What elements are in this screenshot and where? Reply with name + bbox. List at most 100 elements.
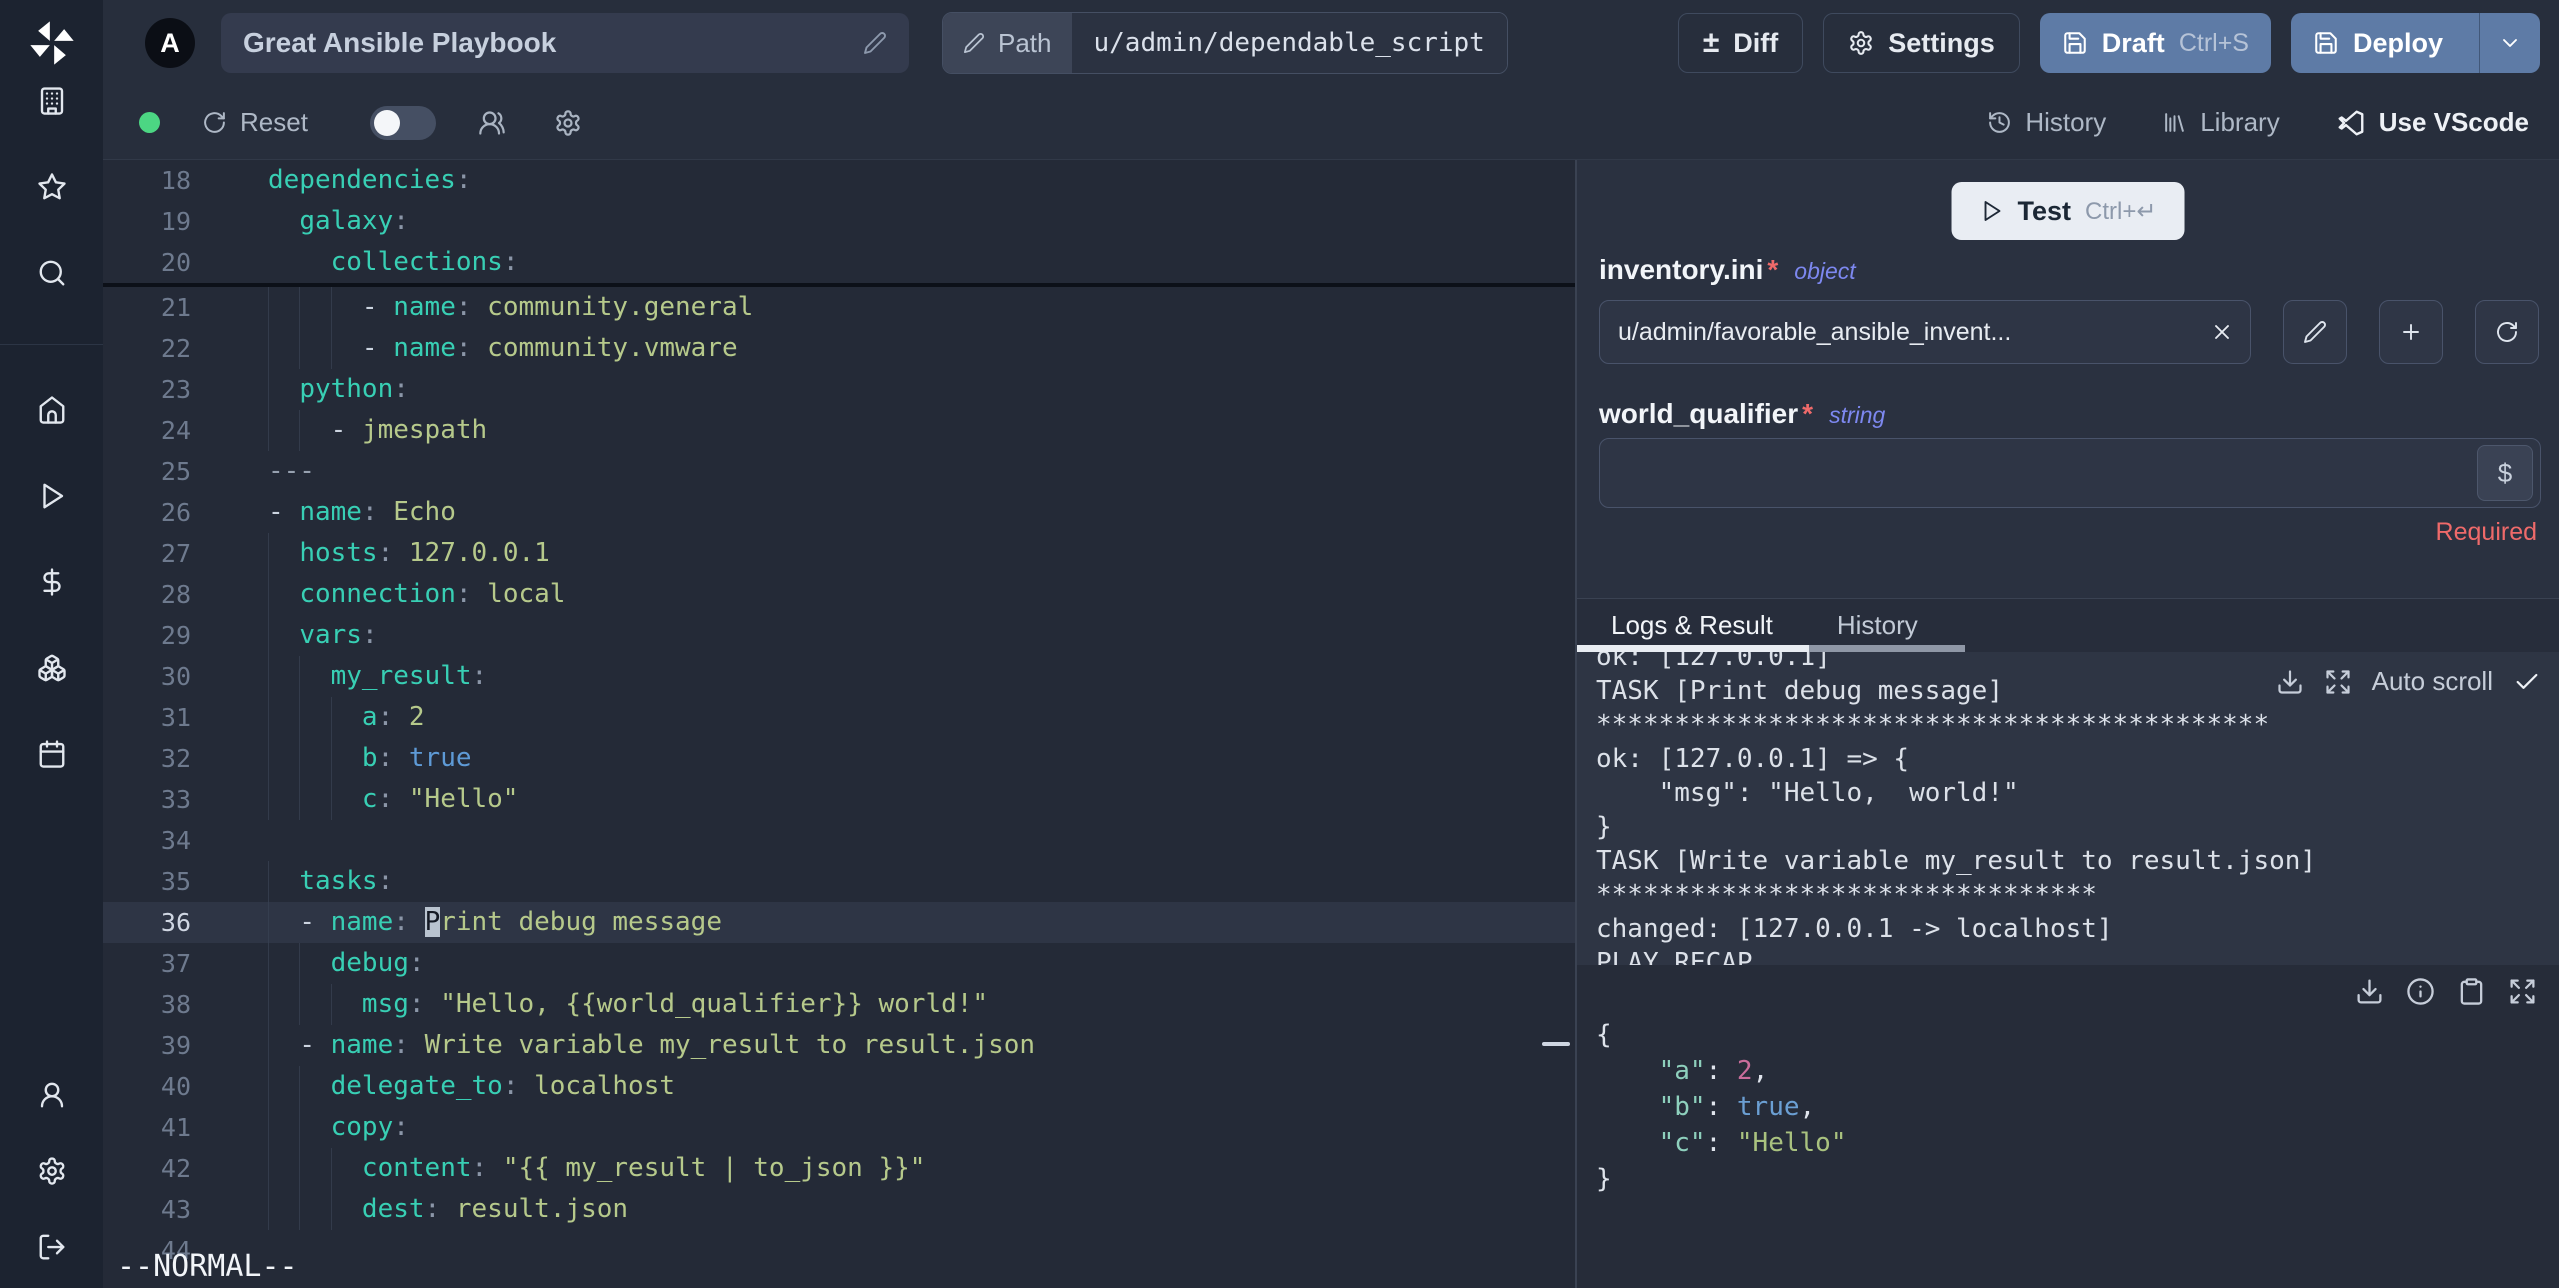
code-line-40[interactable]: 40 delegate_to: localhost xyxy=(103,1066,1575,1107)
download-icon[interactable] xyxy=(2355,977,2384,1006)
draft-shortcut: Ctrl+S xyxy=(2178,28,2249,57)
code-line-29[interactable]: 29 vars: xyxy=(103,615,1575,656)
sidebar-item-dollar-icon[interactable] xyxy=(37,567,67,597)
sidebar-item-boxes-icon[interactable] xyxy=(37,653,67,683)
code-token: c xyxy=(361,784,378,814)
code-line-20[interactable]: 20 collections: xyxy=(103,242,1575,283)
code-line-38[interactable]: 38 msg: "Hello, {{world_qualifier}} worl… xyxy=(103,984,1575,1025)
path-widget[interactable]: Path u/admin/dependable_script xyxy=(942,12,1508,74)
add-inventory-button[interactable] xyxy=(2379,300,2443,364)
world-qualifier-textarea[interactable]: $ xyxy=(1599,438,2541,508)
reset-button[interactable]: Reset xyxy=(202,107,308,138)
deploy-menu-button[interactable] xyxy=(2479,13,2540,73)
code-line-30[interactable]: 30 my_result: xyxy=(103,656,1575,697)
code-token: Write variable my_result to result.json xyxy=(424,1030,1036,1060)
code-token: localhost xyxy=(534,1071,676,1101)
code-lines: 21 - name: community.general 22 - name: c… xyxy=(103,287,1575,1271)
line-number: 31 xyxy=(160,703,191,732)
play-icon xyxy=(1980,199,2004,223)
sidebar-item-gear-icon[interactable] xyxy=(37,1156,67,1186)
sidebar-item-play-icon[interactable] xyxy=(37,481,67,511)
code-line-24[interactable]: 24 - jmespath xyxy=(103,410,1575,451)
tab-history[interactable]: History xyxy=(1837,610,1918,641)
code-line-18[interactable]: 18 dependencies: xyxy=(103,160,1575,201)
test-button[interactable]: Test Ctrl+↵ xyxy=(1951,182,2185,240)
code-line-33[interactable]: 33 c: "Hello" xyxy=(103,779,1575,820)
sidebar-item-home-icon[interactable] xyxy=(37,395,67,425)
code-line-28[interactable]: 28 connection: local xyxy=(103,574,1575,615)
library-button[interactable]: Library xyxy=(2162,107,2280,138)
code-line-37[interactable]: 37 debug: xyxy=(103,943,1575,984)
code-line-43[interactable]: 43 dest: result.json xyxy=(103,1189,1575,1230)
code-editor[interactable]: 18 dependencies: 19 galaxy: 20 collections:… xyxy=(103,160,1575,1288)
sidebar-item-logout-icon[interactable] xyxy=(37,1232,67,1262)
tab-logs-result[interactable]: Logs & Result xyxy=(1611,610,1773,641)
windmill-logo[interactable] xyxy=(0,0,103,86)
sidebar-item-calendar-icon[interactable] xyxy=(37,739,67,769)
code-line-41[interactable]: 41 copy: xyxy=(103,1107,1575,1148)
edit-inventory-button[interactable] xyxy=(2283,300,2347,364)
result-panel[interactable]: { "a": 2, "b": true, "c": "Hello"} xyxy=(1577,965,2559,1288)
result-controls xyxy=(2355,977,2537,1006)
line-number: 41 xyxy=(160,1113,191,1142)
refresh-inventory-button[interactable] xyxy=(2475,300,2539,364)
settings-button[interactable]: Settings xyxy=(1823,13,2020,73)
code-line-39[interactable]: 39 - name: Write variable my_result to r… xyxy=(103,1025,1575,1066)
code-line-44[interactable]: 44 xyxy=(103,1230,1575,1271)
code-line-31[interactable]: 31 a: 2 xyxy=(103,697,1575,738)
users-icon[interactable] xyxy=(478,109,506,137)
code-token: - xyxy=(361,292,394,322)
code-token: jmespath xyxy=(361,415,488,445)
inventory-resource-input[interactable]: u/admin/favorable_ansible_invent... xyxy=(1599,300,2251,364)
history-button[interactable]: History xyxy=(1987,107,2106,138)
code-line-42[interactable]: 42 content: "{{ my_result | to_json }}" xyxy=(103,1148,1575,1189)
indent-guide xyxy=(299,1066,301,1107)
sidebar-item-star-icon[interactable] xyxy=(37,172,67,202)
code-line-23[interactable]: 23 python: xyxy=(103,369,1575,410)
draft-button[interactable]: Draft Ctrl+S xyxy=(2039,13,2271,73)
gear-icon[interactable] xyxy=(554,109,582,137)
settings-label: Settings xyxy=(1888,27,1995,58)
edit-title-pencil-icon[interactable] xyxy=(863,31,887,55)
clipboard-icon[interactable] xyxy=(2457,977,2486,1006)
code-line-21[interactable]: 21 - name: community.general xyxy=(103,287,1575,328)
use-vscode-button[interactable]: Use VScode xyxy=(2336,107,2529,138)
code-line-26[interactable]: 26 - name: Echo xyxy=(103,492,1575,533)
download-icon[interactable] xyxy=(2276,668,2304,696)
code-line-32[interactable]: 32 b: true xyxy=(103,738,1575,779)
check-icon[interactable] xyxy=(2513,668,2541,696)
code-line-22[interactable]: 22 - name: community.vmware xyxy=(103,328,1575,369)
code-token: - xyxy=(299,907,331,937)
divider-drag-handle[interactable] xyxy=(1542,1042,1570,1046)
inventory-value: u/admin/favorable_ansible_invent... xyxy=(1618,317,2012,346)
logs-panel[interactable]: Auto scroll ok: [127.0.0.1] TASK [Print d… xyxy=(1577,652,2559,965)
mode-toggle[interactable] xyxy=(369,105,436,140)
clear-icon[interactable] xyxy=(2210,320,2234,344)
sidebar-item-building-icon[interactable] xyxy=(37,86,67,116)
code-line-25[interactable]: 25 --- xyxy=(103,451,1575,492)
expand-icon[interactable] xyxy=(2508,977,2537,1006)
plus-minus-icon: ± xyxy=(1702,26,1720,59)
sidebar-item-search-icon[interactable] xyxy=(37,258,67,288)
expand-icon[interactable] xyxy=(2324,668,2352,696)
code-line-19[interactable]: 19 galaxy: xyxy=(103,201,1575,242)
code-line-27[interactable]: 27 hosts: 127.0.0.1 xyxy=(103,533,1575,574)
code-line-34[interactable]: 34 xyxy=(103,820,1575,861)
result-token: 2 xyxy=(1736,1056,1753,1086)
code-line-35[interactable]: 35 tasks: xyxy=(103,861,1575,902)
script-title-field[interactable]: Great Ansible Playbook xyxy=(221,13,909,73)
info-icon[interactable] xyxy=(2406,977,2435,1006)
code-token: name xyxy=(330,1030,394,1060)
variable-picker-button[interactable]: $ xyxy=(2477,445,2533,501)
code-token: 127.0.0.1 xyxy=(408,538,550,568)
diff-button[interactable]: ± Diff xyxy=(1677,13,1804,73)
sidebar-item-user-icon[interactable] xyxy=(37,1080,67,1110)
code-line-36[interactable]: 36 - name: Print debug message xyxy=(103,902,1575,943)
line-number: 25 xyxy=(160,457,191,486)
deploy-button[interactable]: Deploy xyxy=(2291,13,2465,73)
indent-guide xyxy=(299,328,301,369)
indent-guide xyxy=(268,738,269,779)
